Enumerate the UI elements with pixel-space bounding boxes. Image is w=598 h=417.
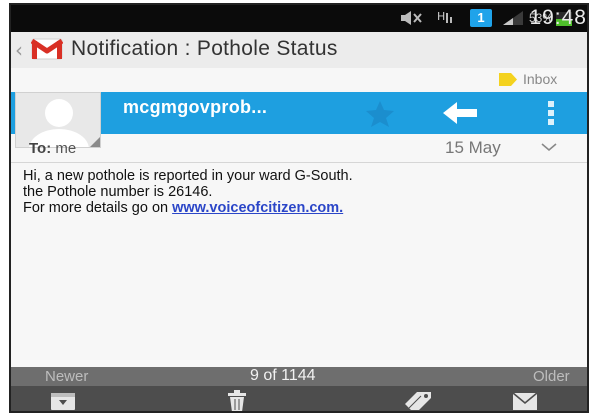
- divider: [11, 162, 587, 163]
- bottom-toolbar: [11, 386, 587, 412]
- pager-bar: Newer 9 of 1144 Older: [11, 367, 587, 386]
- to-value: me: [55, 140, 77, 157]
- message-count: 9 of 1144: [250, 367, 316, 384]
- message-date[interactable]: 15 May: [445, 138, 501, 158]
- message-line: the Pothole number is 26146.: [23, 184, 213, 200]
- archive-icon[interactable]: [49, 390, 77, 412]
- reply-icon[interactable]: [443, 102, 479, 124]
- label-tag-icon: [499, 73, 517, 86]
- svg-text:H: H: [437, 10, 445, 23]
- phone-screen: H 1 53% 19:48 ‹ Notification : Pothole S…: [9, 3, 589, 413]
- message-line: Hi, a new pothole is reported in your wa…: [23, 168, 353, 184]
- older-button[interactable]: Older: [533, 368, 570, 385]
- signal-h-icon: H: [437, 10, 452, 23]
- gmail-logo[interactable]: [31, 37, 63, 61]
- to-label: To:: [29, 140, 52, 157]
- recipient-row: To: me 15 May: [11, 134, 587, 161]
- inbox-label[interactable]: Inbox: [523, 71, 557, 87]
- to-line: To: me: [29, 140, 76, 157]
- sender-name[interactable]: mcgmgovprob...: [123, 97, 267, 118]
- chevron-left-icon[interactable]: ‹: [15, 38, 23, 62]
- notification-badge-icon: 1: [470, 9, 492, 27]
- mark-unread-icon[interactable]: [511, 390, 539, 412]
- clock: 19:48: [529, 6, 587, 29]
- newer-button[interactable]: Newer: [45, 368, 88, 385]
- message-body: Hi, a new pothole is reported in your wa…: [23, 168, 583, 216]
- action-bar: ‹ Notification : Pothole Status: [11, 32, 587, 69]
- page-title: Notification : Pothole Status: [71, 37, 338, 60]
- chevron-down-icon[interactable]: [541, 142, 557, 152]
- message-link-prefix: For more details go on: [23, 200, 173, 216]
- website-link[interactable]: www.voiceofcitizen.com.: [172, 200, 343, 216]
- mute-icon: [401, 11, 422, 25]
- status-bar: H 1 53% 19:48: [11, 5, 587, 32]
- star-icon[interactable]: [365, 100, 395, 128]
- label-icon[interactable]: [403, 390, 433, 412]
- message-line: For more details go on www.voiceofcitize…: [23, 200, 583, 216]
- trash-icon[interactable]: [227, 390, 247, 412]
- overflow-menu-icon[interactable]: [545, 98, 557, 128]
- label-row: Inbox: [11, 68, 587, 92]
